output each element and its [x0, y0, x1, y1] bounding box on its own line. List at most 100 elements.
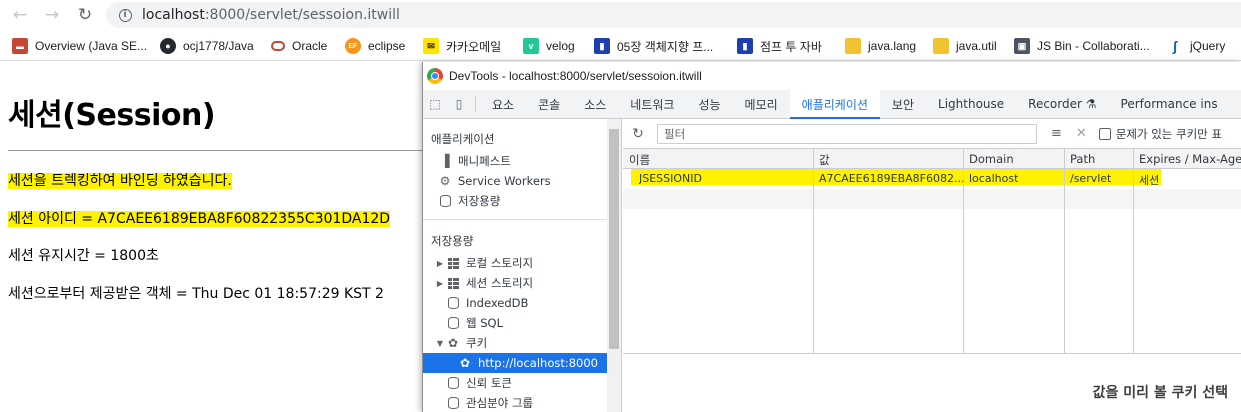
back-button[interactable]: ←	[8, 3, 32, 27]
sidebar-item-cookie-origin[interactable]: ✿ http://localhost:8000	[423, 353, 608, 373]
column-divider[interactable]	[1064, 149, 1065, 353]
tab-security[interactable]: 보안	[880, 90, 926, 118]
chevron-down-icon[interactable]: ▼	[435, 339, 445, 348]
bookmark-jsbin[interactable]: ▣ JS Bin - Collaborati...	[1014, 37, 1150, 55]
bookmark-github[interactable]: ● ocj1778/Java	[160, 37, 254, 55]
cookies-toolbar: ↻ 필터 ≡ ✕ 문제가 있는 쿠키만 표	[623, 119, 1241, 149]
application-sidebar: 애플리케이션 ▐ 매니페스트 ⚙ Service Workers 저장용량 저장…	[423, 119, 622, 412]
sidebar-item-cookies[interactable]: ▼ ✿ 쿠키	[423, 333, 608, 353]
tab-application[interactable]: 애플리케이션	[789, 90, 881, 119]
filter-clear-icon: ≡	[1051, 126, 1062, 141]
arrow-right-icon: →	[44, 5, 60, 25]
bookmark-label: 05장 객체지향 프...	[617, 39, 714, 54]
tab-sources[interactable]: 소스	[572, 90, 618, 118]
title-divider	[8, 150, 422, 151]
checkbox-box[interactable]	[1098, 127, 1111, 140]
tab-performance-insights[interactable]: Performance ins	[1109, 90, 1230, 118]
bookmark-label: 점프 투 자바	[760, 39, 822, 54]
grid-icon	[445, 276, 461, 290]
url-bar[interactable]: i localhost:8000/servlet/sessoion.itwill	[106, 2, 1241, 28]
url-path: :8000/servlet/sessoion.itwill	[204, 7, 400, 23]
column-header-expires[interactable]: Expires / Max-Age	[1139, 152, 1241, 166]
column-divider[interactable]	[963, 149, 964, 353]
jsbin-icon: ▣	[1014, 38, 1030, 54]
tab-memory[interactable]: 메모리	[733, 90, 790, 118]
bookmark-jump-to-java[interactable]: ▮ 점프 투 자바	[737, 37, 822, 55]
column-header-domain[interactable]: Domain	[969, 152, 1014, 166]
database-icon	[445, 316, 461, 330]
inspect-element-button[interactable]: ⬚	[423, 90, 447, 118]
eclipse-icon: EF	[345, 38, 361, 54]
tab-console[interactable]: 콘솔	[526, 90, 572, 118]
jquery-icon: ʃ	[1172, 38, 1178, 54]
bookmark-velog[interactable]: v velog	[523, 37, 575, 55]
close-icon: ✕	[1075, 126, 1087, 141]
cookie-filter-input[interactable]: 필터	[657, 123, 1037, 144]
bookmark-kakao-mail[interactable]: ✉ 카카오메일	[423, 37, 501, 55]
tab-lighthouse[interactable]: Lighthouse	[926, 90, 1016, 118]
table-row[interactable]: JSESSIONID A7CAEE6189EBA8F6082... localh…	[623, 169, 1241, 189]
only-issue-cookies-checkbox[interactable]: 문제가 있는 쿠키만 표	[1098, 126, 1222, 142]
sidebar-item-interest-groups[interactable]: 관심분야 그룹	[423, 393, 608, 412]
bookmark-label: Oracle	[292, 39, 328, 53]
velog-icon: v	[523, 38, 539, 54]
grid-icon	[445, 256, 461, 270]
sidebar-item-label: http://localhost:8000	[478, 356, 598, 370]
devtools-tab-bar: ⬚ ▯ 요소 콘솔 소스 네트워크 성능 메모리 애플리케이션 보안 Light…	[423, 90, 1241, 119]
bookmark-label: ocj1778/Java	[183, 39, 254, 53]
bookmark-overview-java[interactable]: ▬ Overview (Java SE...	[12, 37, 147, 55]
sidebar-item-indexeddb[interactable]: IndexedDB	[423, 293, 608, 313]
tab-performance[interactable]: 성능	[686, 90, 732, 118]
sidebar-item-storage-overview[interactable]: 저장용량	[423, 191, 608, 211]
gear-icon: ⚙	[439, 174, 451, 188]
tab-network[interactable]: 네트워크	[618, 90, 686, 118]
bookmark-jquery[interactable]: ʃ jQuery	[1167, 37, 1226, 55]
sidebar-item-trust-tokens[interactable]: 신뢰 토큰	[423, 373, 608, 393]
bookmark-label: Overview (Java SE...	[35, 39, 148, 53]
forward-button[interactable]: →	[40, 3, 64, 27]
sidebar-item-session-storage[interactable]: ▶ 세션 스토리지	[423, 273, 608, 293]
bookmark-label: velog	[546, 39, 575, 53]
bookmark-java-util[interactable]: java.util	[933, 37, 997, 55]
bookmark-oracle[interactable]: Oracle	[271, 37, 327, 55]
sidebar-item-service-workers[interactable]: ⚙ Service Workers	[423, 171, 608, 191]
page-title: 세션(Session)	[8, 98, 216, 133]
session-id-text: 세션 아이디 = A7CAEE6189EBA8F60822355C301DA12…	[8, 211, 391, 227]
reload-icon: ↻	[632, 125, 644, 142]
column-header-path[interactable]: Path	[1070, 152, 1095, 166]
reload-button[interactable]: ↻	[73, 3, 97, 27]
chevron-right-icon[interactable]: ▶	[435, 259, 445, 268]
sidebar-item-local-storage[interactable]: ▶ 로컬 스토리지	[423, 253, 608, 273]
device-toolbar-button[interactable]: ▯	[447, 90, 471, 118]
bookmark-java-lang[interactable]: java.lang	[845, 37, 916, 55]
toolbar-divider	[475, 96, 476, 112]
sidebar-item-web-sql[interactable]: 웹 SQL	[423, 313, 608, 333]
sidebar-divider	[423, 219, 608, 220]
sidebar-header-application: 애플리케이션	[431, 132, 495, 146]
bookmark-eclipse[interactable]: EF eclipse	[345, 37, 405, 55]
session-timeout-line: 세션 유지시간 = 1800초	[8, 248, 159, 264]
chevron-right-icon[interactable]: ▶	[435, 279, 445, 288]
clear-filtered-cookies-button[interactable]: ≡	[1051, 126, 1062, 141]
delete-selected-button[interactable]: ✕	[1076, 126, 1087, 141]
sidebar-item-label: 세션 스토리지	[466, 276, 534, 290]
column-header-name[interactable]: 이름	[629, 152, 650, 168]
refresh-button[interactable]: ↻	[627, 126, 649, 142]
session-object-line: 세션으로부터 제공받은 객체 = Thu Dec 01 18:57:29 KST…	[8, 286, 384, 302]
url-host: localhost	[142, 7, 205, 23]
tab-elements[interactable]: 요소	[480, 90, 526, 118]
column-divider[interactable]	[813, 149, 814, 353]
reload-icon: ↻	[77, 5, 93, 25]
kakao-mail-icon: ✉	[423, 38, 439, 54]
site-info-icon[interactable]: i	[114, 8, 136, 22]
column-divider[interactable]	[1133, 149, 1134, 353]
sidebar-scrollbar-thumb[interactable]	[609, 129, 619, 349]
bookmark-chapter5[interactable]: ▮ 05장 객체지향 프...	[594, 37, 713, 55]
session-bound-text: 세션을 트렉킹하여 바인딩 하였습니다.	[8, 173, 232, 189]
page-content: 세션(Session) 세션을 트렉킹하여 바인딩 하였습니다. 세션 아이디 …	[0, 62, 422, 412]
cookie-preview-placeholder: 값을 미리 볼 쿠키 선택	[1092, 385, 1228, 401]
sidebar-scrollbar[interactable]	[607, 119, 621, 412]
tab-recorder[interactable]: Recorder ⚗	[1016, 90, 1108, 118]
column-header-value[interactable]: 값	[819, 152, 830, 168]
sidebar-item-manifest[interactable]: ▐ 매니페스트	[423, 151, 608, 171]
